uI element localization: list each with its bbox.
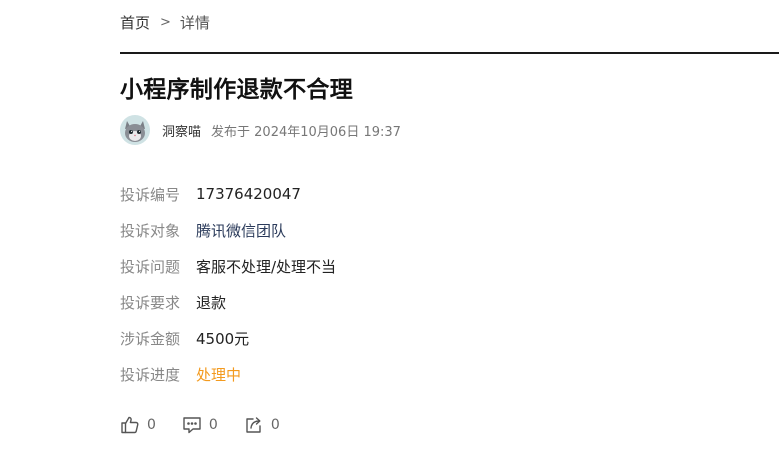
complaint-amount-row: 涉诉金额 4500元 <box>120 320 336 356</box>
author-name[interactable]: 洞察喵 <box>162 121 201 140</box>
comment-button[interactable]: 0 <box>182 415 218 435</box>
complaint-target-link[interactable]: 腾讯微信团队 <box>196 220 286 241</box>
page-title: 小程序制作退款不合理 <box>120 77 353 103</box>
complaint-id-row: 投诉编号 17376420047 <box>120 176 336 212</box>
page: 首页 > 详情 小程序制作退款不合理 洞察喵 发布于 2024年10月06日 1… <box>0 0 779 462</box>
complaint-id-label: 投诉编号 <box>120 185 181 204</box>
action-bar: 0 0 0 <box>120 413 306 437</box>
share-icon <box>246 417 261 433</box>
breadcrumb-home-link[interactable]: 首页 <box>120 12 150 33</box>
breadcrumb-current: 详情 <box>179 13 210 32</box>
breadcrumb: 首页 > 详情 <box>120 12 210 32</box>
publish-time: 发布于 2024年10月06日 19:37 <box>211 124 401 140</box>
breadcrumb-separator: > <box>160 14 171 30</box>
complaint-id-value: 17376420047 <box>196 185 301 203</box>
complaint-status-label: 投诉进度 <box>120 365 181 384</box>
complaint-status-row: 投诉进度 处理中 <box>120 356 336 392</box>
comment-count: 0 <box>208 417 218 433</box>
complaint-request-row: 投诉要求 退款 <box>120 284 336 320</box>
share-button[interactable]: 0 <box>244 415 280 435</box>
complaint-request-value: 退款 <box>196 293 227 312</box>
avatar[interactable] <box>120 115 150 145</box>
complaint-amount-value: 4500元 <box>196 329 250 348</box>
complaint-issue-value: 客服不处理/处理不当 <box>196 257 337 276</box>
complaint-issue-row: 投诉问题 客服不处理/处理不当 <box>120 248 336 284</box>
complaint-amount-label: 涉诉金额 <box>120 329 181 348</box>
complaint-request-label: 投诉要求 <box>120 293 181 312</box>
like-count: 0 <box>147 417 156 433</box>
comment-icon <box>183 417 201 434</box>
complaint-target-label: 投诉对象 <box>120 221 181 240</box>
author-info: 洞察喵 发布于 2024年10月06日 19:37 <box>120 114 401 146</box>
like-button[interactable]: 0 <box>120 415 156 435</box>
header-divider <box>120 52 779 54</box>
cat-avatar-icon <box>125 121 145 142</box>
thumbs-up-icon <box>121 416 139 434</box>
complaint-issue-label: 投诉问题 <box>120 257 181 276</box>
share-count: 0 <box>270 417 280 433</box>
complaint-target-row: 投诉对象 腾讯微信团队 <box>120 212 336 248</box>
status-badge: 处理中 <box>196 365 242 384</box>
complaint-details: 投诉编号 17376420047 投诉对象 腾讯微信团队 投诉问题 客服不处理/… <box>120 176 336 392</box>
